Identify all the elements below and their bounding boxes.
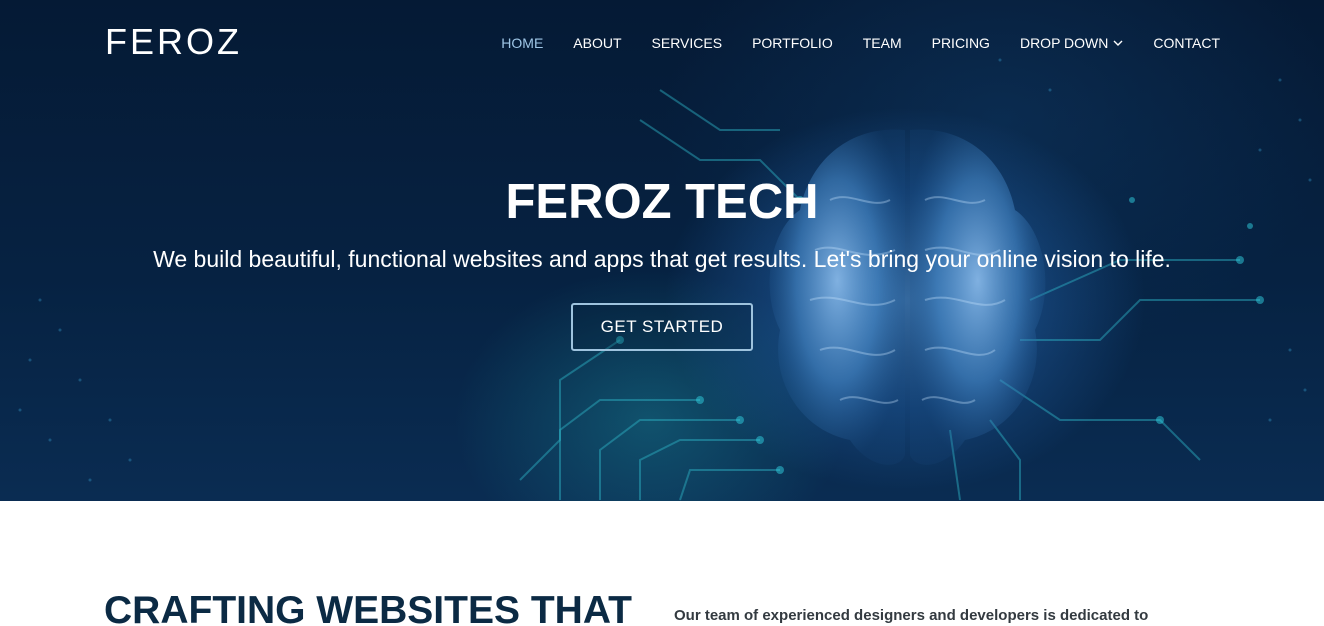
nav-item-contact[interactable]: CONTACT bbox=[1153, 33, 1220, 53]
hero-subtitle: We build beautiful, functional websites … bbox=[153, 246, 1171, 272]
nav-item-about[interactable]: ABOUT bbox=[573, 33, 621, 53]
about-section: CRAFTING WEBSITES THAT Our team of exper… bbox=[0, 501, 1324, 626]
nav-item-dropdown-label: DROP DOWN bbox=[1019, 35, 1109, 51]
main-nav: HOME ABOUT SERVICES PORTFOLIO TEAM PRICI… bbox=[471, 33, 1220, 53]
hero-title: FEROZ TECH bbox=[505, 175, 819, 229]
nav-item-home[interactable]: HOME bbox=[501, 33, 543, 53]
nav-item-portfolio[interactable]: PORTFOLIO bbox=[752, 33, 833, 53]
chevron-down-icon bbox=[1113, 40, 1123, 46]
site-logo[interactable]: FEROZ bbox=[105, 22, 242, 62]
hero-section: FEROZ HOME ABOUT SERVICES PORTFOLIO TEAM… bbox=[0, 0, 1324, 501]
nav-item-team[interactable]: TEAM bbox=[863, 33, 902, 53]
about-text: Our team of experienced designers and de… bbox=[674, 607, 1149, 624]
nav-item-dropdown[interactable]: DROP DOWN bbox=[1020, 33, 1123, 53]
nav-item-pricing[interactable]: PRICING bbox=[932, 33, 990, 53]
about-heading: CRAFTING WEBSITES THAT bbox=[104, 589, 632, 626]
nav-item-services[interactable]: SERVICES bbox=[652, 33, 723, 53]
get-started-button[interactable]: GET STARTED bbox=[571, 303, 753, 351]
